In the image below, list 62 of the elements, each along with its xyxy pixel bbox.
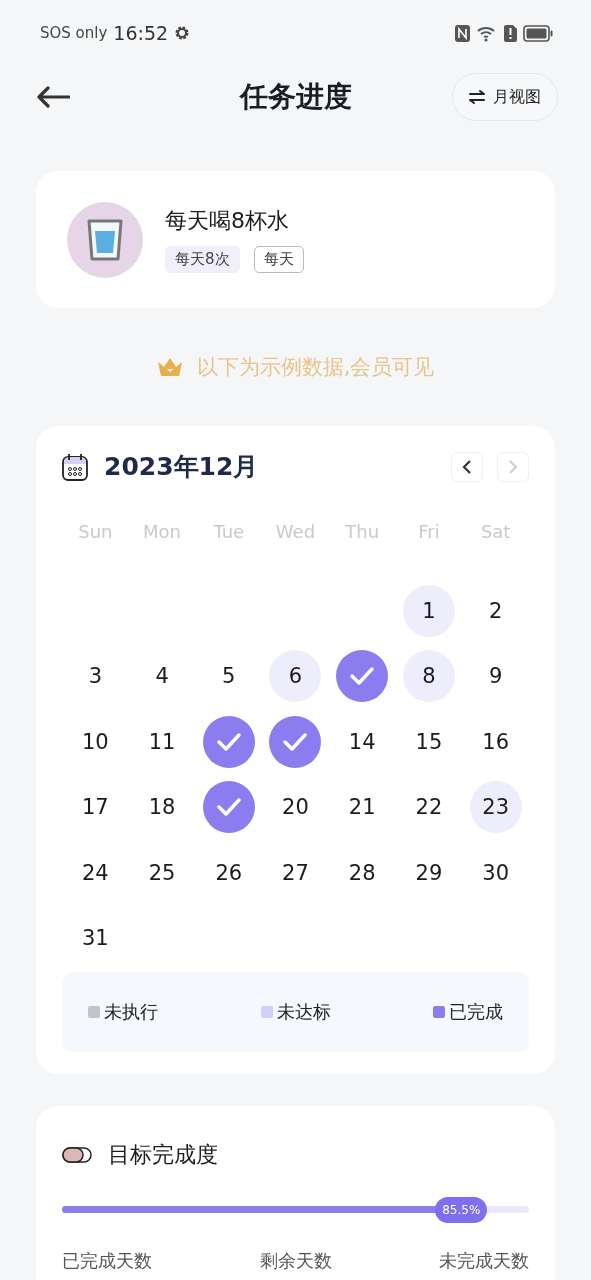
member-notice: 以下为示例数据,会员可见 — [196, 354, 435, 381]
calendar-icon — [62, 452, 88, 481]
day-cell[interactable]: 1 — [402, 584, 455, 637]
check-icon — [282, 731, 309, 752]
day-cell[interactable]: 16 — [469, 715, 522, 768]
day-cell[interactable]: 18 — [136, 781, 189, 833]
day-cell[interactable]: 14 — [336, 715, 389, 768]
day-cell[interactable]: 28 — [336, 846, 389, 899]
crown-icon — [156, 357, 183, 377]
day-cell[interactable]: 8 — [402, 650, 455, 702]
month-view-button[interactable]: 月视图 — [452, 73, 558, 121]
check-icon — [349, 666, 376, 686]
page-title: 任务进度 — [240, 79, 352, 115]
legend-label: 已完成 — [449, 1000, 503, 1024]
day-cell[interactable]: 10 — [69, 715, 122, 768]
frequency-tag: 每天8次 — [165, 246, 240, 273]
day-cell[interactable]: 26 — [202, 846, 255, 899]
prev-month-button[interactable] — [451, 451, 483, 482]
day-cell[interactable]: 11 — [136, 715, 189, 768]
completed-day[interactable] — [336, 650, 389, 702]
toggle-icon — [62, 1147, 92, 1163]
nfc-icon — [455, 24, 470, 42]
gear-icon — [174, 25, 191, 41]
month-title: 2023年12月 — [104, 451, 259, 483]
swap-icon — [469, 90, 485, 104]
day-cell[interactable]: 21 — [336, 781, 389, 833]
day-cell[interactable]: 20 — [269, 781, 322, 833]
day-cell[interactable]: 23 — [469, 781, 522, 833]
legend-label: 未达标 — [276, 1000, 331, 1024]
sim-alert-icon — [504, 24, 517, 42]
day-cell[interactable]: 30 — [469, 846, 522, 899]
day-cell[interactable]: 5 — [202, 650, 255, 702]
day-cell[interactable]: 6 — [269, 650, 322, 702]
chevron-left-icon — [462, 459, 472, 474]
day-cell[interactable]: 27 — [269, 846, 322, 899]
clock-time: 16:52 — [113, 22, 169, 44]
carrier-text: SOS only — [40, 24, 108, 42]
completed-day[interactable] — [202, 781, 255, 833]
frequency-tag: 每天 — [253, 246, 304, 273]
day-cell[interactable]: 2 — [469, 584, 522, 637]
day-cell[interactable]: 25 — [136, 846, 189, 899]
day-cell[interactable]: 15 — [402, 715, 455, 768]
day-cell[interactable]: 31 — [69, 912, 122, 964]
day-cell[interactable]: 17 — [69, 781, 122, 833]
legend-label: 未执行 — [104, 1000, 158, 1024]
day-cell[interactable]: 29 — [402, 846, 455, 899]
progress-title: 目标完成度 — [108, 1141, 218, 1169]
chevron-right-icon — [508, 459, 518, 474]
day-cell[interactable]: 9 — [469, 650, 522, 702]
day-cell[interactable]: 4 — [136, 650, 189, 702]
day-cell[interactable]: 3 — [69, 650, 122, 702]
stat-label: 剩余天数 — [259, 1249, 332, 1273]
day-cell[interactable]: 24 — [69, 846, 122, 899]
check-icon — [215, 731, 242, 752]
stat-label: 已完成天数 — [62, 1249, 152, 1273]
progress-reading: 85.5% — [435, 1196, 488, 1223]
battery-icon — [523, 24, 553, 42]
task-name: 每天喝8杯水 — [165, 207, 290, 235]
day-cell[interactable]: 22 — [402, 781, 455, 833]
check-icon — [215, 797, 242, 817]
stat-label: 未完成天数 — [439, 1249, 529, 1273]
back-arrow-icon[interactable] — [36, 86, 70, 108]
